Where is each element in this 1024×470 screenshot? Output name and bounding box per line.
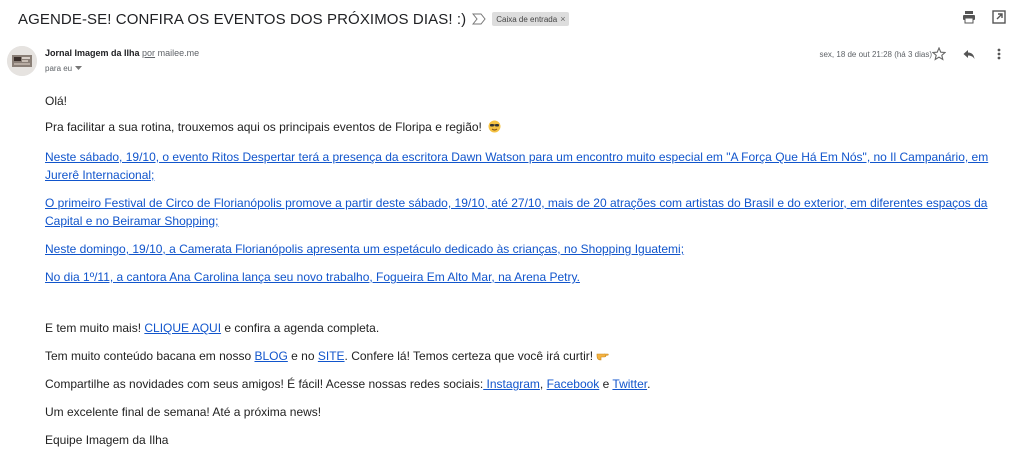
more-vertical-icon[interactable] xyxy=(992,47,1006,61)
inbox-label-text: Caixa de entrada xyxy=(496,14,558,24)
open-in-new-window-icon[interactable] xyxy=(992,10,1006,24)
twitter-link[interactable]: Twitter xyxy=(612,377,647,391)
recipient-text: para eu xyxy=(45,64,73,73)
print-icon[interactable] xyxy=(962,10,976,24)
sender-domain: mailee.me xyxy=(157,48,200,58)
star-icon[interactable] xyxy=(932,47,946,61)
message-actions xyxy=(932,47,1006,61)
sender-avatar[interactable] xyxy=(7,46,37,76)
more-prefix: E tem muito mais! xyxy=(45,321,145,335)
content-suffix: . Confere lá! Temos certeza que você irá… xyxy=(344,349,594,363)
sunglasses-emoji-icon xyxy=(488,120,501,133)
remove-label-button[interactable]: × xyxy=(560,14,565,24)
sender-name[interactable]: Jornal Imagem da Ilha xyxy=(45,48,140,58)
site-link[interactable]: SITE xyxy=(318,349,345,363)
top-actions xyxy=(962,10,1006,24)
share-period: . xyxy=(647,377,651,391)
and-separator: e xyxy=(599,377,613,391)
greeting-text: Olá! xyxy=(45,94,68,108)
event-link-camerata[interactable]: Neste domingo, 19/10, a Camerata Florian… xyxy=(45,242,684,256)
content-paragraph: Tem muito conteúdo bacana em nosso BLOG … xyxy=(45,347,609,365)
weekend-text: Um excelente final de semana! Até a próx… xyxy=(45,405,322,419)
more-suffix: e confira a agenda completa. xyxy=(221,321,380,335)
blog-link[interactable]: BLOG xyxy=(254,349,287,363)
chevron-down-icon[interactable] xyxy=(75,66,83,71)
share-prefix: Compartilhe as novidades com seus amigos… xyxy=(45,377,484,391)
content-mid: e no xyxy=(287,349,318,363)
important-marker-icon[interactable] xyxy=(472,13,486,25)
recipient-line[interactable]: para eu xyxy=(45,64,83,73)
instagram-link[interactable]: Instagram xyxy=(483,377,540,391)
via-label: por xyxy=(142,48,156,58)
event-link-ritos-despertar[interactable]: Neste sábado, 19/10, o evento Ritos Desp… xyxy=(45,150,988,182)
email-subject: AGENDE-SE! CONFIRA OS EVENTOS DOS PRÓXIM… xyxy=(18,10,467,28)
pointing-hand-emoji-icon xyxy=(596,353,609,361)
subject-row: AGENDE-SE! CONFIRA OS EVENTOS DOS PRÓXIM… xyxy=(18,8,1006,30)
intro-paragraph: Pra facilitar a sua rotina, trouxemos aq… xyxy=(45,118,501,136)
comma-separator: , xyxy=(539,377,547,391)
email-date: sex, 18 de out 21:28 (há 3 dias) xyxy=(819,50,932,59)
event-link-festival-circo[interactable]: O primeiro Festival de Circo de Florianó… xyxy=(45,196,987,228)
clique-aqui-link[interactable]: CLIQUE AQUI xyxy=(144,321,221,335)
event-link-ana-carolina[interactable]: No dia 1º/11, a cantora Ana Carolina lan… xyxy=(45,270,580,284)
intro-text: Pra facilitar a sua rotina, trouxemos aq… xyxy=(45,120,482,134)
sender-via: por mailee.me xyxy=(142,48,199,58)
facebook-link[interactable]: Facebook xyxy=(547,377,600,391)
reply-icon[interactable] xyxy=(962,47,976,61)
share-paragraph: Compartilhe as novidades com seus amigos… xyxy=(45,375,650,393)
inbox-label-chip[interactable]: Caixa de entrada × xyxy=(492,12,570,26)
content-prefix: Tem muito conteúdo bacana em nosso xyxy=(45,349,255,363)
more-paragraph: E tem muito mais! CLIQUE AQUI e confira … xyxy=(45,319,379,337)
signature-text: Equipe Imagem da Ilha xyxy=(45,433,169,447)
sender-line: Jornal Imagem da Ilha por mailee.me xyxy=(45,48,199,58)
